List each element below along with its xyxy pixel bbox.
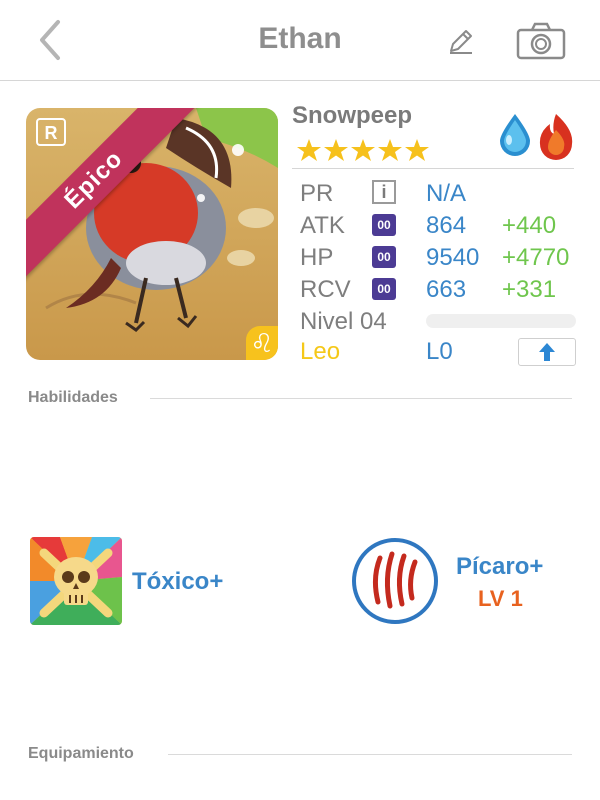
ability-level-rogue: LV 1	[478, 586, 523, 611]
upgrade-button[interactable]	[518, 338, 576, 366]
stat-bonus-atk: +440	[502, 212, 557, 239]
page-title: Ethan	[258, 22, 342, 55]
level-progress-bar	[426, 314, 576, 328]
pet-name: Snowpeep	[292, 102, 413, 129]
camera-button[interactable]	[516, 22, 566, 60]
stars-icon	[297, 139, 429, 161]
element-icons	[494, 110, 576, 160]
header-bar: Ethan	[0, 0, 600, 81]
toxic-ability-icon[interactable]	[30, 537, 122, 625]
stat-label-hp: HP	[300, 244, 334, 271]
potion-badge-atk[interactable]: 00	[372, 214, 396, 236]
rogue-ability-icon[interactable]	[352, 538, 438, 624]
potion-badge-rcv[interactable]: 00	[372, 278, 396, 300]
divider	[292, 168, 574, 169]
stat-bonus-rcv: +331	[502, 276, 557, 303]
section-divider	[150, 398, 572, 399]
star-rating	[296, 138, 436, 164]
info-icon[interactable]: i	[372, 180, 396, 204]
limit-value: L0	[426, 338, 453, 365]
ability-name-toxic[interactable]: Tóxico+	[132, 568, 223, 596]
skull-icon	[30, 537, 122, 625]
stat-value-pr: N/A	[426, 180, 467, 207]
level-label: Nivel 04	[300, 308, 387, 335]
stat-value-atk: 864	[426, 212, 467, 239]
zodiac-label: Leo	[300, 338, 341, 365]
stat-bonus-hp: +4770	[502, 244, 570, 271]
stat-label-rcv: RCV	[300, 276, 351, 303]
arrow-up-icon	[539, 343, 555, 361]
section-title-equipment: Equipamiento	[28, 745, 134, 762]
fire-icon	[539, 114, 573, 160]
stat-label-pr: PR	[300, 180, 334, 207]
stat-value-hp: 9540	[426, 244, 480, 271]
potion-badge-hp[interactable]: 00	[372, 246, 396, 268]
pencil-icon	[450, 30, 472, 54]
ability-name-rogue[interactable]: Pícaro+	[456, 553, 543, 581]
calendar-rarity-icon: R	[36, 118, 66, 146]
camera-icon	[516, 22, 566, 60]
section-divider	[168, 754, 572, 755]
water-drop-icon	[500, 114, 530, 156]
stat-value-rcv: 663	[426, 276, 467, 303]
edit-button[interactable]	[446, 26, 476, 56]
leo-icon: ♌	[246, 326, 278, 360]
claw-scratch-icon	[352, 538, 438, 624]
stat-label-atk: ATK	[300, 212, 345, 239]
pet-portrait[interactable]: Épico R ♌	[26, 108, 278, 360]
section-title-abilities: Habilidades	[28, 389, 118, 406]
